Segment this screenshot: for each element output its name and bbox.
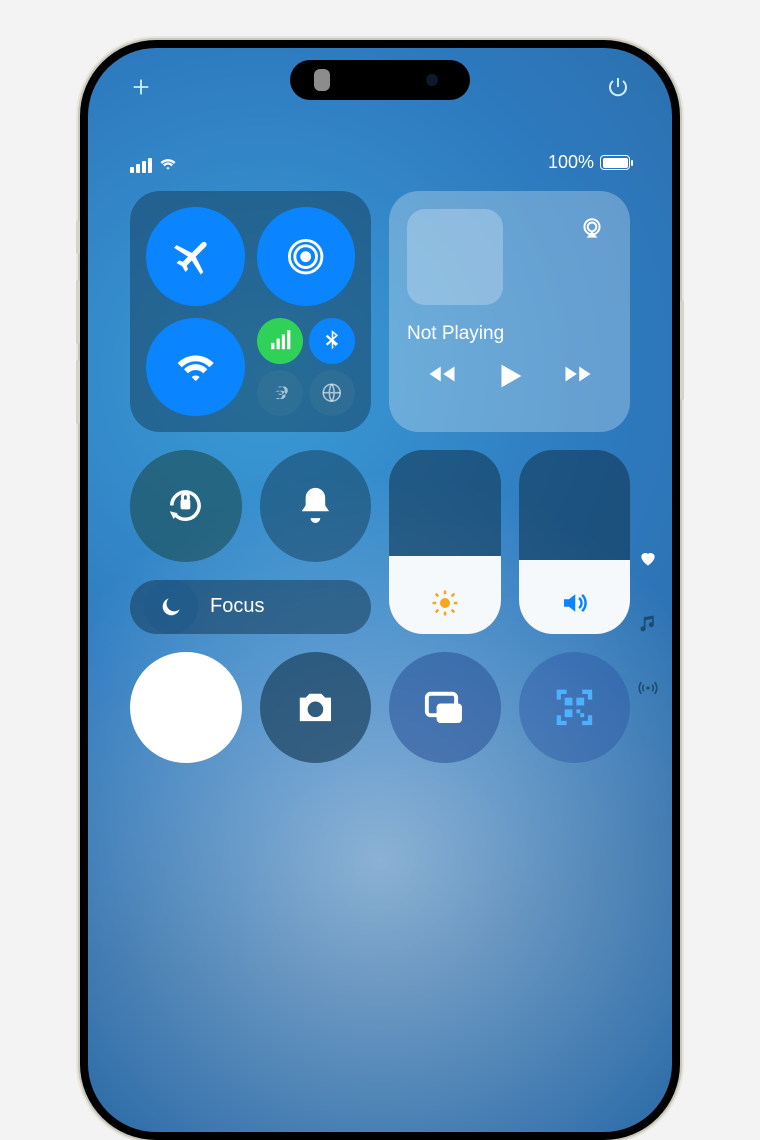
now-playing-tile[interactable]: Not Playing [389,191,630,432]
dynamic-island [290,60,470,100]
page-indicators [638,548,658,703]
connectivity-page-indicator[interactable] [638,678,658,703]
rewind-button[interactable] [427,359,457,398]
controls-grid: Not Playing [130,191,630,763]
hotspot-icon [267,380,292,405]
status-bar: 100% [130,152,630,173]
qr-icon [551,684,598,731]
battery-percent: 100% [548,152,594,173]
plus-icon [130,76,152,98]
battery-icon [600,155,630,170]
play-button[interactable] [493,359,527,398]
rotation-lock-icon [162,482,209,529]
speaker-icon [559,588,589,618]
wifi-status-icon [158,153,178,173]
rewind-icon [427,359,457,389]
airdrop-toggle[interactable] [257,207,356,306]
forward-icon [563,359,593,389]
personal-hotspot-toggle[interactable] [257,370,303,416]
focus-button[interactable]: Focus [130,580,371,634]
qr-scanner-button[interactable] [519,652,631,764]
airplane-icon [174,235,217,278]
control-center-screen: 100% [88,48,672,1132]
bluetooth-toggle[interactable] [309,318,355,364]
play-icon [493,359,527,393]
volume-slider[interactable] [519,450,631,634]
airplay-button[interactable] [572,209,612,249]
flashlight-button[interactable] [130,652,242,764]
connectivity-icon [638,678,658,698]
flashlight-icon [162,684,209,731]
satellite-icon [319,380,344,405]
brightness-slider[interactable] [389,450,501,634]
airplay-icon [579,216,605,242]
airdrop-icon [284,235,327,278]
camera-button[interactable] [260,652,372,764]
cellular-signal-icon [130,158,152,173]
sun-icon [430,588,460,618]
rotation-lock-toggle[interactable] [130,450,242,562]
heart-icon [638,548,658,568]
moon-icon [158,594,184,620]
satellite-toggle[interactable] [309,370,355,416]
power-button[interactable] [606,75,630,105]
favorites-page-indicator[interactable] [638,548,658,573]
bell-icon [292,482,339,529]
screen-mirroring-button[interactable] [389,652,501,764]
bluetooth-icon [319,328,344,353]
add-controls-button[interactable] [130,76,152,104]
flashlight-indicator-icon [314,69,330,91]
power-icon [606,75,630,99]
album-art-placeholder [407,209,503,305]
cellular-icon [267,328,292,353]
now-playing-title: Not Playing [407,323,612,345]
music-page-indicator[interactable] [638,613,658,638]
focus-label: Focus [210,595,264,618]
forward-button[interactable] [563,359,593,398]
connectivity-tile[interactable] [130,191,371,432]
cellular-data-toggle[interactable] [257,318,303,364]
connectivity-mini-cluster [257,318,356,417]
airplane-mode-toggle[interactable] [146,207,245,306]
wifi-toggle[interactable] [146,318,245,417]
screen-mirroring-icon [421,684,468,731]
music-note-icon [638,613,658,633]
iphone-frame: 100% [80,40,680,1140]
silent-mode-toggle[interactable] [260,450,372,562]
camera-icon [292,684,339,731]
wifi-icon [174,345,217,388]
battery-status: 100% [548,152,630,173]
